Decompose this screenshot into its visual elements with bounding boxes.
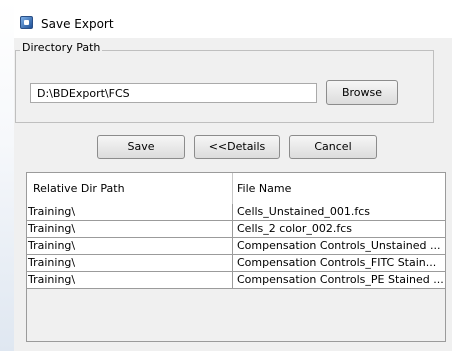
cell-relative-dir-path: Training\ [27,255,233,271]
title-bar: Save Export [14,8,452,38]
cancel-button[interactable]: Cancel [289,135,377,159]
cell-relative-dir-path: Training\ [27,204,233,220]
cell-file-name: Cells_Unstained_001.fcs [237,205,371,218]
cell-relative-dir-path: Training\ [27,221,233,237]
cell-file-name: Cells_2 color_002.fcs [237,222,353,235]
table-row[interactable]: Training\ Compensation Controls_PE Stain… [27,272,445,289]
app-icon [20,16,33,29]
cell-relative-dir-path: Training\ [27,272,233,288]
cell-relative-dir-path: Training\ [27,238,233,254]
directory-path-input[interactable] [30,83,317,103]
details-button[interactable]: <<Details [194,135,280,159]
table-header: Relative Dir Path File Name [27,173,445,205]
table-row[interactable]: Training\ Compensation Controls_Unstaine… [27,238,445,255]
table-row[interactable]: Training\ Cells_2 color_002.fcs [27,221,445,238]
file-table: Relative Dir Path File Name Training\ Ce… [26,172,446,342]
column-header-file-name[interactable]: File Name [237,173,291,204]
column-divider[interactable] [232,173,233,204]
browse-button[interactable]: Browse [326,80,398,105]
background-strip [0,0,14,351]
cell-file-name: Compensation Controls_Unstained ... [237,239,441,252]
window-title: Save Export [41,17,114,31]
save-button[interactable]: Save [97,135,185,159]
directory-path-legend: Directory Path [20,41,103,54]
table-row[interactable]: Training\ Compensation Controls_FITC Sta… [27,255,445,272]
cell-file-name: Compensation Controls_FITC Stain... [237,256,437,269]
table-body: Training\ Cells_Unstained_001.fcs Traini… [27,204,445,289]
column-header-relative-dir-path[interactable]: Relative Dir Path [33,173,125,204]
table-row[interactable]: Training\ Cells_Unstained_001.fcs [27,204,445,221]
cell-file-name: Compensation Controls_PE Stained ... [237,273,444,286]
